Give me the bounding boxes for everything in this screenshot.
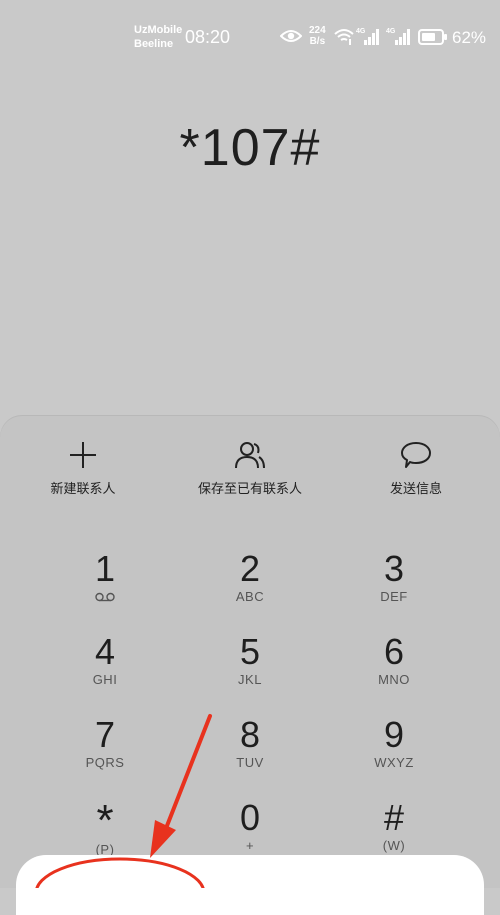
wifi-icon: [334, 29, 354, 45]
carrier-names: UzMobile Beeline: [134, 23, 182, 51]
key-5[interactable]: 5 JKL: [190, 632, 310, 688]
clock: 08:20: [185, 27, 231, 47]
key-0[interactable]: 0 +: [190, 798, 310, 854]
key-star[interactable]: * (P): [45, 796, 165, 858]
key-digit: #: [383, 797, 405, 838]
save-to-existing-contact-button[interactable]: 保存至已有联系人: [170, 438, 330, 498]
key-digit: 7: [94, 714, 116, 755]
send-message-button[interactable]: 发送信息: [336, 438, 496, 498]
message-icon: [401, 442, 431, 468]
key-letters: +: [245, 838, 255, 853]
key-9[interactable]: 9 WXYZ: [334, 715, 454, 771]
key-digit: 4: [94, 631, 116, 672]
status-bar: UzMobile Beeline 08:20 224 B/s 4G 4G 62%: [0, 0, 500, 72]
call-bar[interactable]: [16, 855, 484, 915]
key-3[interactable]: 3 DEF: [334, 549, 454, 605]
network-speed-unit: B/s: [309, 36, 326, 47]
key-letters: JKL: [238, 672, 262, 687]
key-digit: 1: [94, 548, 116, 589]
battery-percentage: 62%: [452, 28, 487, 47]
plus-icon: [70, 442, 96, 468]
battery-icon: [418, 29, 447, 45]
key-6[interactable]: 6 MNO: [334, 632, 454, 688]
key-2[interactable]: 2 ABC: [190, 549, 310, 605]
eye-icon: [280, 30, 302, 42]
key-digit: 6: [383, 631, 405, 672]
carrier-2: Beeline: [134, 38, 174, 50]
svg-text:4G: 4G: [386, 28, 396, 35]
key-letters: MNO: [378, 672, 410, 687]
key-digit: 2: [239, 548, 261, 589]
key-8[interactable]: 8 TUV: [190, 715, 310, 771]
key-1[interactable]: 1: [45, 549, 165, 603]
network-speed: 224 B/s: [309, 25, 326, 47]
save-to-existing-contact-label: 保存至已有联系人: [197, 481, 302, 496]
voicemail-icon: [95, 592, 115, 602]
key-letters: TUV: [236, 755, 264, 770]
key-digit: 5: [239, 631, 261, 672]
signal-4g-icon: 4G: [386, 28, 410, 45]
key-letters: WXYZ: [374, 755, 414, 770]
signal-4g-icon: 4G: [356, 28, 379, 45]
new-contact-label: 新建联系人: [50, 481, 116, 496]
key-7[interactable]: 7 PQRS: [45, 715, 165, 771]
key-digit: 9: [383, 714, 405, 755]
svg-text:4G: 4G: [356, 28, 366, 35]
dialed-number[interactable]: *107#: [0, 118, 500, 178]
send-message-label: 发送信息: [389, 481, 442, 496]
carrier-1: UzMobile: [134, 24, 183, 36]
network-speed-value: 224: [309, 25, 326, 36]
dialpad-panel: 新建联系人 保存至已有联系人 发送信息 1 2 ABC 3 DEF 4 GHI …: [0, 416, 500, 888]
key-letters: (W): [382, 838, 406, 853]
key-letters: ABC: [235, 589, 265, 604]
key-letters: GHI: [92, 672, 118, 687]
key-digit: 8: [239, 714, 261, 755]
key-hash[interactable]: # (W): [334, 798, 454, 854]
key-digit: 0: [239, 797, 261, 838]
key-4[interactable]: 4 GHI: [45, 632, 165, 688]
key-digit: *: [96, 796, 114, 845]
key-letters: DEF: [380, 589, 408, 604]
key-digit: 3: [383, 548, 405, 589]
key-letters: PQRS: [85, 755, 125, 770]
new-contact-button[interactable]: 新建联系人: [3, 438, 163, 498]
contacts-icon: [235, 442, 265, 469]
